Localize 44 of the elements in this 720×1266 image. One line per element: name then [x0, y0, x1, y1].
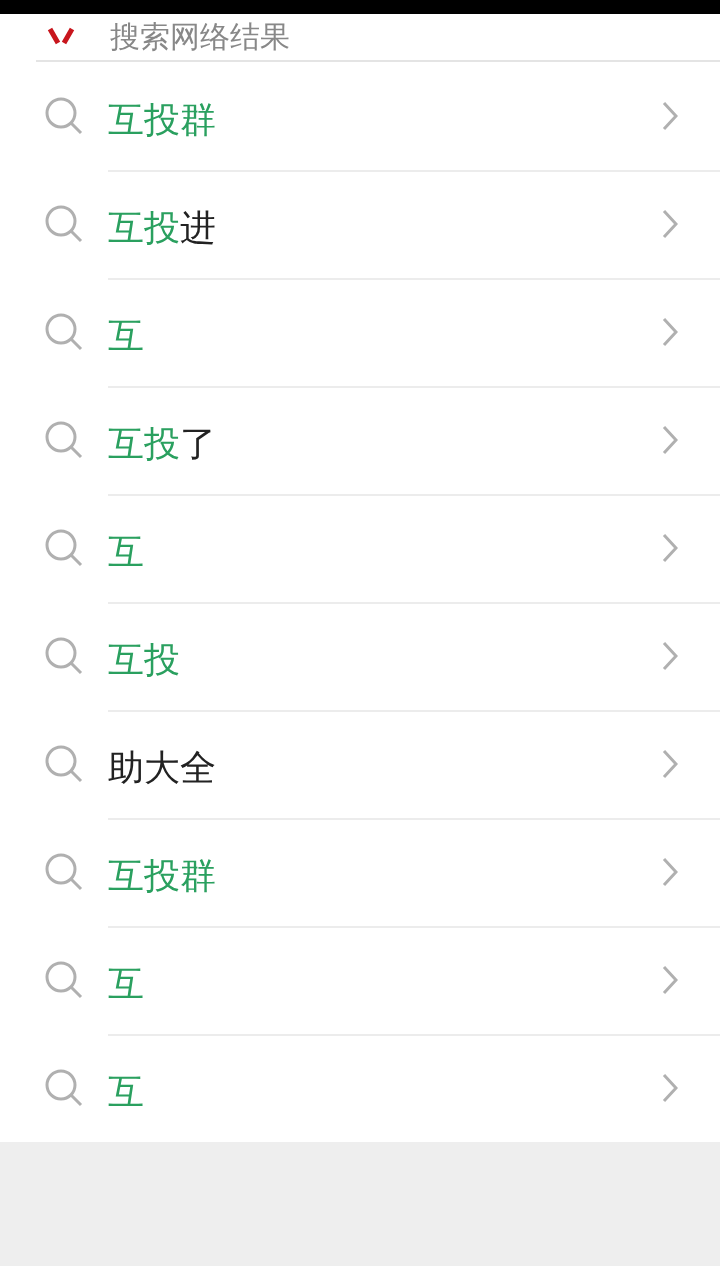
section-title: 搜索网络结果	[110, 18, 290, 56]
search-suggestion[interactable]: 互投进	[0, 170, 720, 278]
search-icon	[44, 420, 84, 460]
search-suggestion[interactable]: 互	[0, 278, 720, 386]
chevron-right-icon	[662, 749, 678, 779]
search-suggestion[interactable]: 互	[0, 1034, 720, 1142]
chevron-right-icon	[662, 641, 678, 671]
logo-icon	[46, 27, 76, 47]
search-icon	[44, 204, 84, 244]
suggestion-text: 进	[180, 205, 216, 250]
search-suggestion[interactable]: 互投了	[0, 386, 720, 494]
matched-text: 互投	[108, 205, 180, 250]
matched-text: 互投群	[108, 853, 216, 898]
search-icon	[44, 312, 84, 352]
chevron-right-icon	[662, 101, 678, 131]
search-icon	[44, 636, 84, 676]
search-icon	[44, 960, 84, 1000]
matched-text: 互	[108, 529, 144, 574]
search-icon	[44, 528, 84, 568]
search-suggestion[interactable]: 互投	[0, 602, 720, 710]
search-icon	[44, 744, 84, 784]
search-icon	[44, 96, 84, 136]
suggestion-text: 助大全	[108, 745, 216, 790]
search-icon	[44, 1068, 84, 1108]
chevron-right-icon	[662, 533, 678, 563]
suggestion-text: 了	[180, 421, 216, 466]
matched-text: 互投	[108, 637, 180, 682]
chevron-right-icon	[662, 1073, 678, 1103]
chevron-right-icon	[662, 317, 678, 347]
search-suggestion[interactable]: 助大全	[0, 710, 720, 818]
matched-text: 互	[108, 313, 144, 358]
chevron-right-icon	[662, 857, 678, 887]
matched-text: 互投	[108, 421, 180, 466]
search-suggestion[interactable]: 互	[0, 494, 720, 602]
search-suggestion[interactable]: 互投群	[0, 818, 720, 926]
chevron-right-icon	[662, 209, 678, 239]
search-suggestion[interactable]: 互投群	[0, 62, 720, 170]
chevron-right-icon	[662, 425, 678, 455]
matched-text: 互投群	[108, 97, 216, 142]
matched-text: 互	[108, 961, 144, 1006]
chevron-right-icon	[662, 965, 678, 995]
search-suggestion[interactable]: 互	[0, 926, 720, 1034]
search-icon	[44, 852, 84, 892]
matched-text: 互	[108, 1069, 144, 1114]
